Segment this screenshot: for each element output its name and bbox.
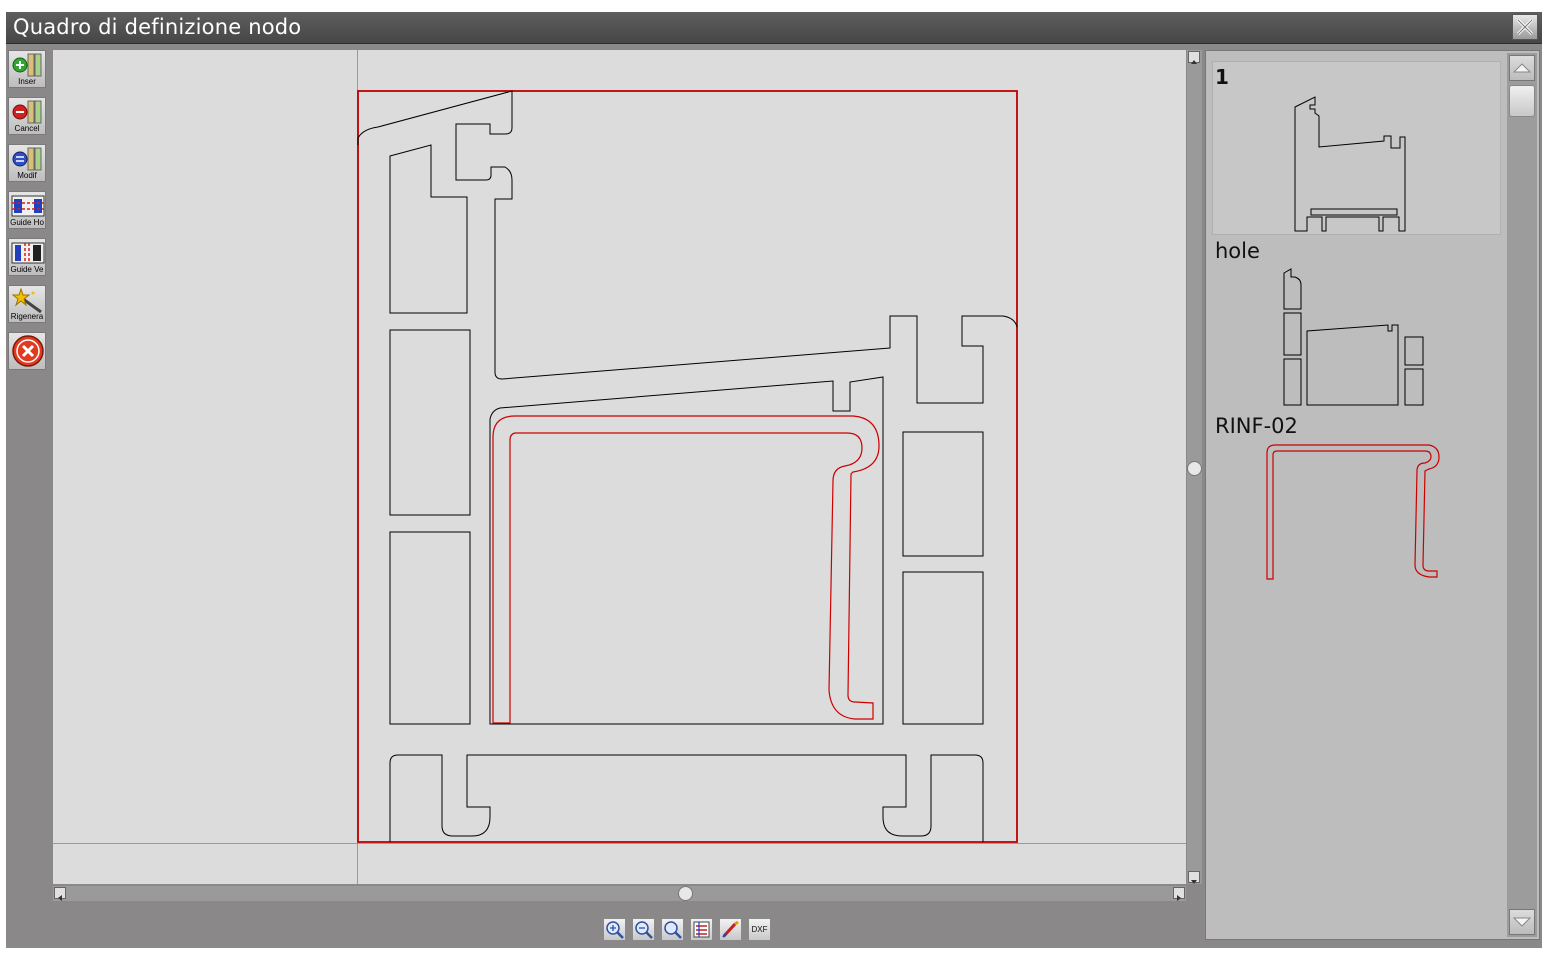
- close-button[interactable]: [1512, 14, 1538, 40]
- horizontal-guide-button[interactable]: Guide Ho: [8, 191, 46, 229]
- profile-thumbnail-hole[interactable]: [1281, 267, 1431, 409]
- close-icon: [1516, 18, 1534, 36]
- layers-button[interactable]: [690, 918, 713, 941]
- exit-button[interactable]: [8, 332, 46, 370]
- delete-icon: [12, 100, 42, 124]
- panel-scroll-thumb[interactable]: [1509, 85, 1535, 117]
- regenerate-button[interactable]: Rigenera: [8, 285, 46, 323]
- horizontal-guide-label: Guide Ho: [10, 218, 44, 227]
- reinforcement-profile[interactable]: [492, 415, 880, 724]
- profile-item-label[interactable]: hole: [1215, 239, 1260, 263]
- profile-thumbnail-rinf-02[interactable]: [1261, 441, 1451, 583]
- vertical-guide-label: Guide Ve: [10, 265, 44, 274]
- panel-scroll-up-button[interactable]: [1509, 55, 1535, 81]
- exit-icon: [12, 335, 44, 367]
- zoom-fit-button[interactable]: [661, 918, 684, 941]
- zoom-out-button[interactable]: [632, 918, 655, 941]
- delete-label: Cancel: [14, 124, 40, 133]
- profile-item-label[interactable]: 1: [1215, 65, 1229, 89]
- title-bar: Quadro di definizione nodo: [6, 12, 1542, 44]
- scroll-up-button[interactable]: [1188, 51, 1200, 64]
- drawing-canvas[interactable]: [53, 50, 1186, 884]
- arrow-up-icon: [1191, 60, 1197, 64]
- modify-icon: [12, 147, 42, 171]
- layers-icon: [693, 921, 710, 938]
- panel-scroll-down-button[interactable]: [1509, 909, 1535, 935]
- vertical-guide-button[interactable]: Guide Ve: [8, 238, 46, 276]
- dxf-button[interactable]: DXF: [748, 918, 771, 941]
- insert-icon: [12, 53, 42, 77]
- profiles-panel-scrollbar[interactable]: [1507, 53, 1537, 937]
- canvas-horizontal-scrollbar[interactable]: [53, 886, 1186, 901]
- brush-button[interactable]: [719, 918, 742, 941]
- profile-thumbnail-frame[interactable]: [1291, 93, 1421, 235]
- vertical-guide-icon: [11, 242, 45, 264]
- brush-icon: [722, 920, 739, 938]
- window-title: Quadro di definizione nodo: [13, 15, 302, 39]
- arrow-right-icon: [1177, 895, 1181, 901]
- zoom-in-icon: [606, 921, 624, 939]
- insert-button[interactable]: Inser: [8, 50, 46, 88]
- arrow-left-icon: [58, 895, 62, 901]
- node-drawing[interactable]: [53, 50, 1186, 884]
- vertical-scroll-thumb[interactable]: [1187, 461, 1202, 476]
- horizontal-scroll-thumb[interactable]: [678, 886, 693, 901]
- arrow-up-icon: [1512, 63, 1532, 73]
- dxf-icon: DXF: [751, 925, 768, 934]
- scroll-down-button[interactable]: [1188, 871, 1200, 884]
- modify-button[interactable]: Modif: [8, 144, 46, 182]
- zoom-out-icon: [635, 921, 653, 939]
- delete-button[interactable]: Cancel: [8, 97, 46, 135]
- zoom-fit-icon: [664, 921, 682, 939]
- zoom-in-button[interactable]: [603, 918, 626, 941]
- regenerate-label: Rigenera: [10, 312, 44, 321]
- profile-item-label[interactable]: RINF-02: [1215, 414, 1298, 438]
- arrow-down-icon: [1191, 880, 1197, 884]
- profiles-panel: 1 hole RINF-02: [1205, 50, 1540, 940]
- arrow-down-icon: [1512, 917, 1532, 927]
- scroll-right-button[interactable]: [1173, 887, 1185, 901]
- canvas-vertical-scrollbar[interactable]: [1187, 50, 1202, 884]
- node-bounding-frame[interactable]: [357, 90, 1018, 843]
- horizontal-guide-icon: [11, 195, 45, 217]
- modify-label: Modif: [17, 171, 37, 180]
- frame-profile-outline[interactable]: [357, 90, 1018, 842]
- scroll-left-button[interactable]: [54, 887, 66, 901]
- insert-label: Inser: [18, 77, 36, 86]
- magic-wand-icon: [11, 287, 42, 313]
